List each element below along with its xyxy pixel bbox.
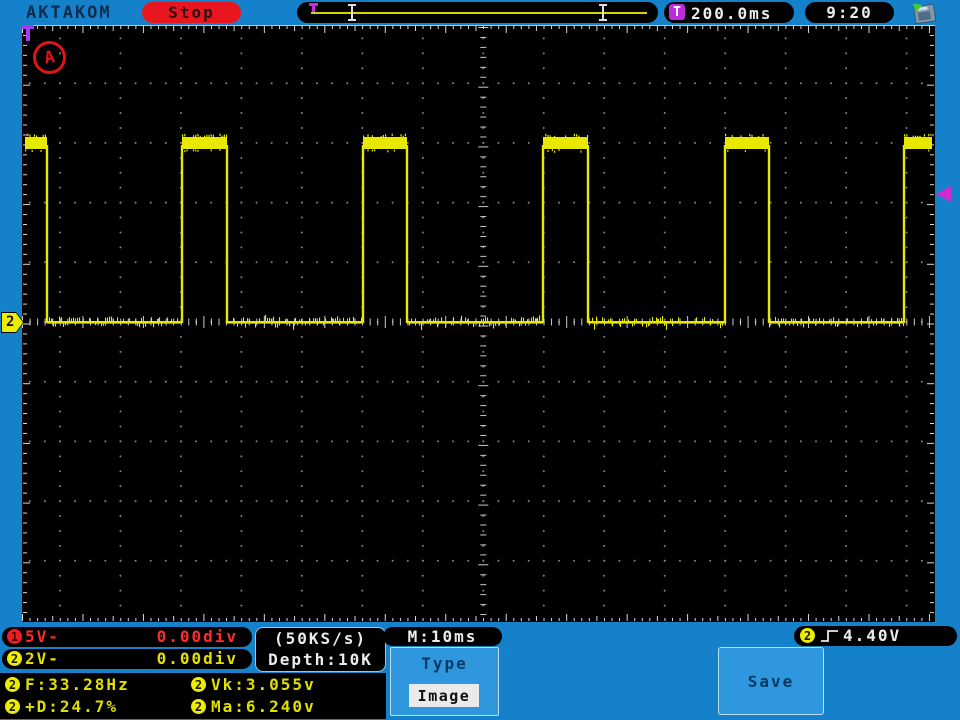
ch1-badge: 1 <box>7 629 22 644</box>
meas-badge: 2 <box>191 677 206 692</box>
clock-value: 9:20 <box>826 3 873 22</box>
brand-logo: AKTAKOM <box>26 3 112 23</box>
meas-badge: 2 <box>191 699 206 714</box>
ch2-scale: 2V- <box>25 649 60 668</box>
menu-title: Type <box>421 654 468 673</box>
bracket-serif <box>599 19 607 21</box>
trigger-level-arrow[interactable] <box>936 186 951 202</box>
trigger-delay-readout: T 200.0ms <box>664 2 794 23</box>
memory-depth: Depth:10K <box>268 650 373 669</box>
run-state-label: Stop <box>168 3 215 22</box>
ch2-readout[interactable]: 2 2V- 0.00div <box>2 649 252 669</box>
sweep-line <box>311 12 647 14</box>
timebase-readout: M:10ms <box>383 627 502 646</box>
timebase-value: M:10ms <box>407 627 478 646</box>
meas-frequency: F:33.28Hz <box>25 675 130 694</box>
menu-selected-label: Image <box>417 686 471 705</box>
waveform-display-area <box>22 25 935 622</box>
flag-stem <box>26 28 30 41</box>
menu-type-panel[interactable]: Type Image <box>390 647 499 716</box>
bracket-serif <box>348 19 356 21</box>
trigger-level-value: 4.40V <box>843 626 902 645</box>
save-button[interactable]: Save <box>718 647 824 715</box>
ch1-offset: 0.00div <box>156 627 238 646</box>
sample-rate: (50KS/s) <box>273 629 368 648</box>
ch2-offset: 0.00div <box>156 649 238 668</box>
rising-edge-icon <box>821 630 838 642</box>
trigger-delay-value: 200.0ms <box>691 4 773 23</box>
ch1-scale: 5V- <box>25 627 60 646</box>
trigger-t-icon: T <box>669 4 685 20</box>
usb-disk-icon <box>909 0 937 25</box>
ch2-badge: 2 <box>7 651 22 666</box>
meas-badge: 2 <box>5 699 20 714</box>
disk-label <box>917 11 931 21</box>
acquisition-box: (50KS/s) Depth:10K <box>255 627 386 672</box>
save-button-label: Save <box>747 671 795 691</box>
meas-vrms: Vk:3.055v <box>211 675 316 694</box>
graticule-and-trace-canvas <box>22 25 935 621</box>
ch2-marker-label: 2 <box>6 314 15 330</box>
measurements-panel: 2 F:33.28Hz 2 Vk:3.055v 2 +D:24.7% 2 Ma:… <box>0 673 386 719</box>
trigger-level-readout: 2 4.40V <box>794 626 957 646</box>
meas-badge: 2 <box>5 677 20 692</box>
trigger-source-badge: 2 <box>800 628 815 643</box>
clock: 9:20 <box>805 2 894 23</box>
menu-selected-option[interactable]: Image <box>409 684 479 707</box>
ch1-readout[interactable]: 1 5V- 0.00div <box>2 627 252 647</box>
trigger-position-bar[interactable] <box>297 2 658 23</box>
meas-duty: +D:24.7% <box>25 697 119 716</box>
stop-button[interactable]: Stop <box>142 2 241 23</box>
meas-vmax: Ma:6.240v <box>211 697 316 716</box>
